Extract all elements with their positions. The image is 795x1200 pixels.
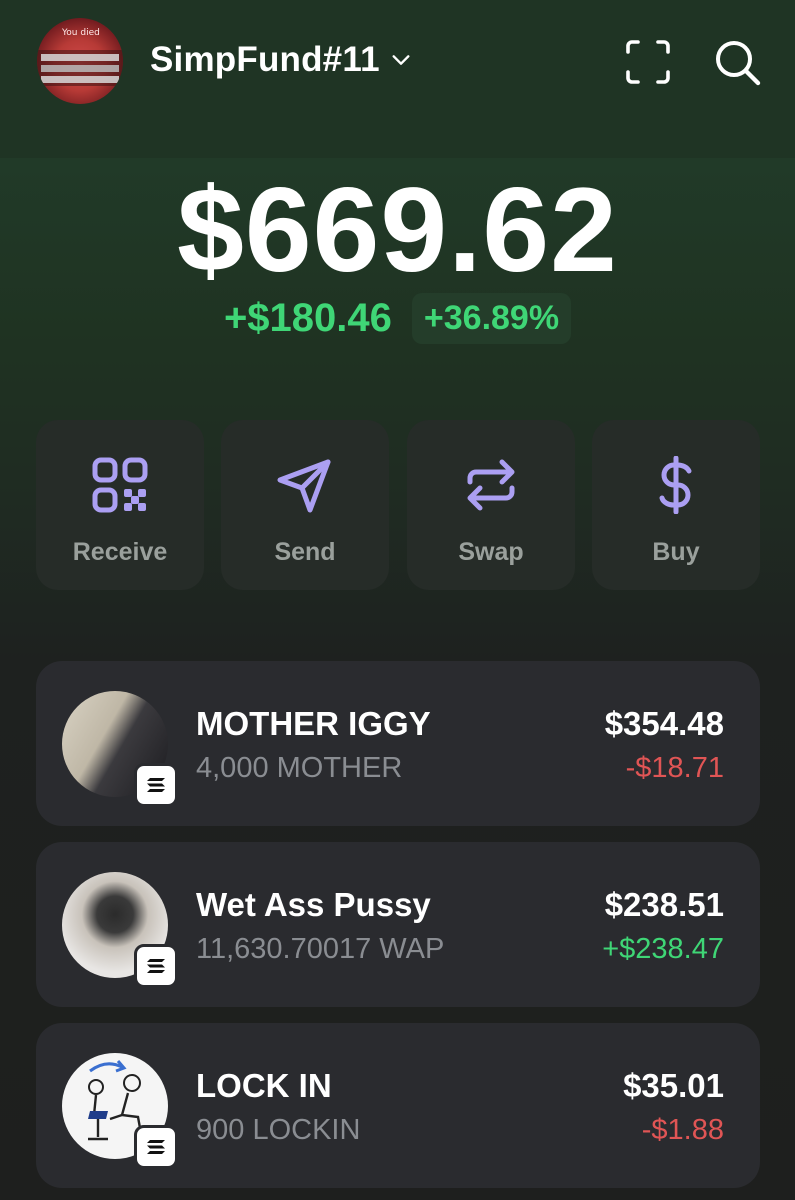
search-icon[interactable] (713, 38, 761, 86)
token-change: -$1.88 (641, 1114, 724, 1146)
receive-button[interactable]: Receive (36, 420, 204, 590)
total-balance: $669.62 (177, 163, 618, 297)
token-quantity: 11,630.70017 WAP (196, 933, 445, 965)
dollar-icon (659, 456, 692, 514)
swap-label: Swap (458, 538, 524, 566)
avatar-caption: You died (62, 28, 100, 38)
quick-actions: Receive Send Swap Buy (36, 420, 760, 590)
token-row[interactable]: Wet Ass Pussy 11,630.70017 WAP $238.51 +… (36, 842, 760, 1007)
token-name: Wet Ass Pussy (196, 886, 431, 923)
solana-icon (147, 959, 165, 973)
account-switcher[interactable]: SimpFund#11 (150, 40, 412, 80)
chain-badge (134, 763, 178, 807)
token-row[interactable]: LOCK IN 900 LOCKIN $35.01 -$1.88 (36, 1023, 760, 1188)
token-row[interactable]: MOTHER IGGY 4,000 MOTHER $354.48 -$18.71 (36, 661, 760, 826)
solana-icon (147, 778, 165, 792)
avatar-image (41, 76, 119, 83)
chain-badge (134, 1125, 178, 1169)
token-quantity: 900 LOCKIN (196, 1114, 361, 1146)
send-button[interactable]: Send (221, 420, 389, 590)
wallet-app: You died SimpFund#11 $669.62 +$180.46 +3… (0, 0, 795, 1200)
avatar-image (41, 54, 119, 61)
swap-arrows-icon (467, 459, 515, 511)
avatar-image (41, 65, 119, 72)
token-change: -$18.71 (625, 752, 724, 784)
token-change: +$238.47 (602, 933, 724, 965)
send-label: Send (274, 538, 336, 566)
top-bar: You died SimpFund#11 (0, 0, 795, 158)
receive-label: Receive (72, 538, 168, 566)
change-amount: +$180.46 (223, 296, 392, 340)
change-percent-badge: +36.89% (411, 293, 572, 344)
scan-icon[interactable] (624, 38, 672, 86)
token-value: $354.48 (604, 705, 724, 742)
paper-plane-icon (277, 459, 331, 513)
account-avatar[interactable]: You died (37, 18, 123, 104)
buy-button[interactable]: Buy (592, 420, 760, 590)
chain-badge (134, 944, 178, 988)
solana-icon (147, 1140, 165, 1154)
token-value: $238.51 (604, 886, 724, 923)
qr-code-icon (92, 457, 148, 513)
balance-change: +$180.46 +36.89% (0, 293, 795, 344)
token-name: MOTHER IGGY (196, 705, 431, 742)
token-quantity: 4,000 MOTHER (196, 752, 403, 784)
account-name: SimpFund#11 (150, 40, 380, 79)
chevron-down-icon (392, 55, 410, 65)
buy-label: Buy (652, 538, 700, 566)
token-name: LOCK IN (196, 1067, 332, 1104)
swap-button[interactable]: Swap (407, 420, 575, 590)
token-value: $35.01 (623, 1067, 724, 1104)
